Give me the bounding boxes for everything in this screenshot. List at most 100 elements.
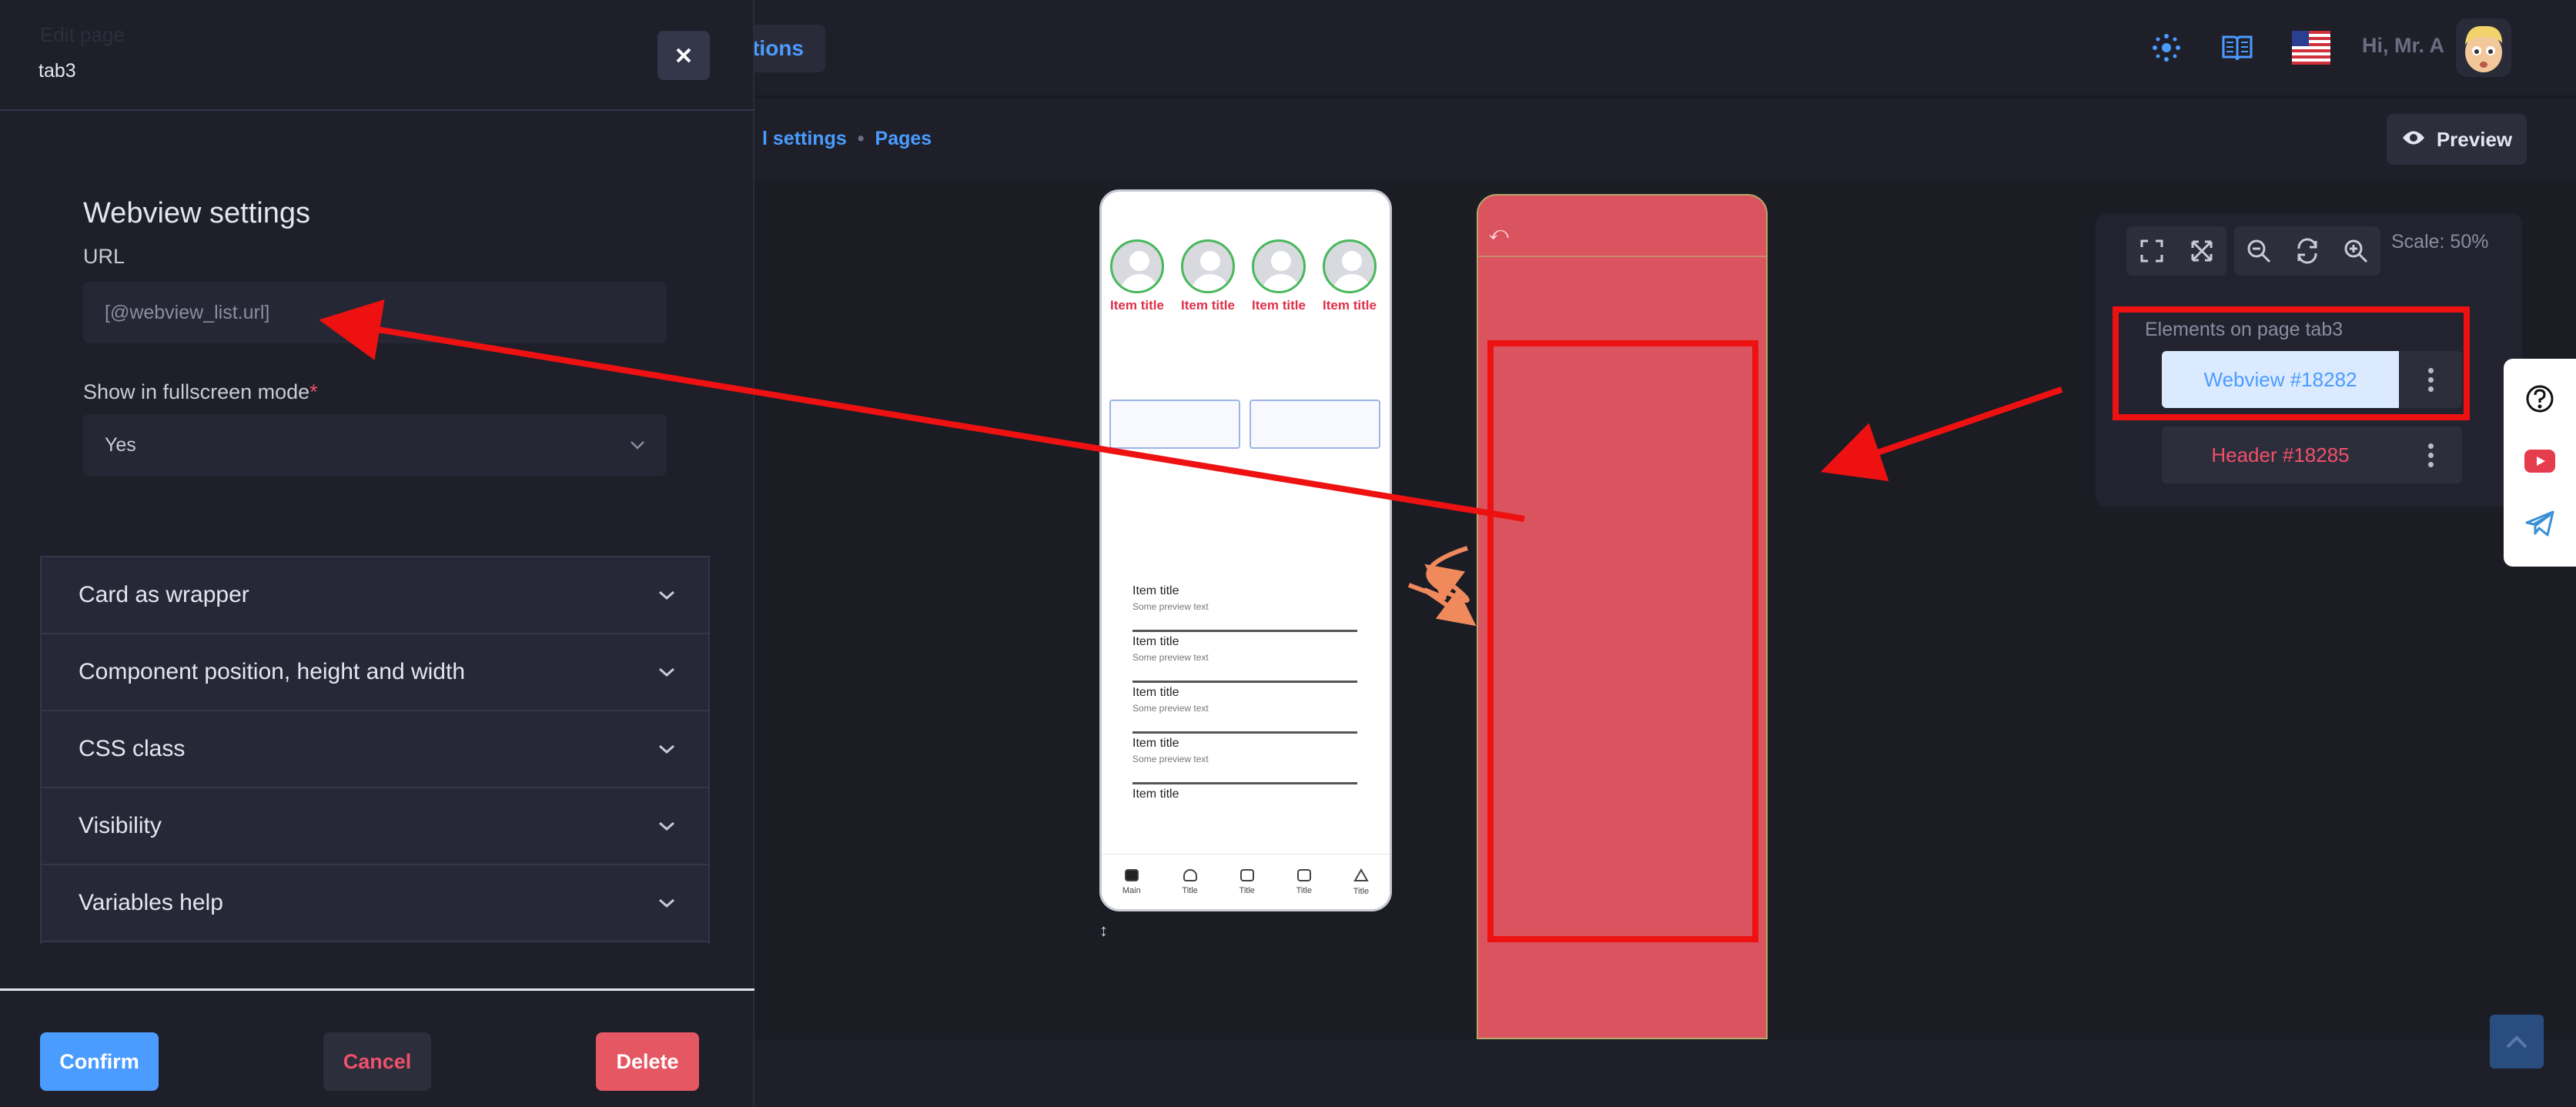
accordion-label: Visibility (79, 813, 162, 838)
calendar-icon (1296, 868, 1311, 881)
tab-label: Title (1182, 885, 1198, 895)
more-vertical-icon[interactable] (2399, 426, 2462, 483)
reset-zoom-icon[interactable] (2292, 236, 2323, 266)
webview-highlight-box (1487, 340, 1758, 942)
tab-title[interactable]: Title (1296, 868, 1312, 895)
drawer-faded-title: Edit page (40, 23, 125, 46)
required-mark: * (309, 380, 318, 403)
settings-accordion: Card as wrapper Component position, heig… (40, 556, 710, 944)
list-item-title: Item title (1132, 686, 1179, 699)
breadcrumb-pages[interactable]: Pages (875, 128, 932, 150)
eye-icon (2401, 128, 2426, 152)
list-item[interactable]: Item title Some preview text (1132, 632, 1357, 683)
zoom-out-icon[interactable] (2243, 236, 2274, 266)
input-placeholder-box[interactable] (1109, 400, 1240, 449)
user-greeting: Hi, Mr. A (2362, 34, 2445, 57)
telegram-icon[interactable] (2524, 510, 2555, 541)
list-item[interactable]: Item title (1132, 784, 1357, 835)
tab-label: Title (1239, 885, 1255, 895)
fullscreen-select[interactable]: Yes (83, 414, 667, 476)
view-tools (2126, 226, 2226, 276)
tab-title[interactable]: Title (1182, 868, 1198, 895)
input-placeholder-box[interactable] (1250, 400, 1380, 449)
chevron-down-icon (659, 821, 674, 831)
help-icon[interactable] (2525, 384, 2554, 417)
accordion-label: Component position, height and width (79, 659, 466, 684)
list-item-subtitle: Some preview text (1132, 652, 1209, 663)
fullscreen-icon[interactable] (2136, 236, 2167, 266)
story-avatar (1110, 239, 1164, 293)
story-avatar (1323, 239, 1377, 293)
drawer-header: Edit page tab3 (0, 0, 754, 111)
accordion-position[interactable]: Component position, height and width (42, 634, 708, 711)
list-item[interactable]: Item title Some preview text (1132, 683, 1357, 734)
scroll-to-top-button[interactable] (2490, 1015, 2544, 1069)
stories-row: Item title Item title Item title Item ti… (1109, 239, 1377, 313)
edit-element-drawer: Edit page tab3 Webview settings URL Show… (0, 0, 754, 1107)
chevron-down-icon (659, 898, 674, 908)
section-title: Webview settings (83, 197, 310, 229)
tab-title[interactable]: Title (1239, 868, 1255, 895)
accordion-css-class[interactable]: CSS class (42, 711, 708, 788)
chevron-up-icon (2506, 1035, 2527, 1048)
preview-label: Preview (2436, 127, 2513, 151)
settings-spinner-icon[interactable] (2145, 26, 2188, 69)
us-flag-icon[interactable] (2290, 26, 2333, 69)
confirm-button[interactable]: Confirm (40, 1032, 159, 1091)
book-icon[interactable] (2216, 26, 2259, 69)
breadcrumb-settings[interactable]: l settings (762, 128, 847, 150)
list-item[interactable]: Item title Some preview text (1132, 581, 1357, 632)
story-avatar (1252, 239, 1306, 293)
scale-readout: Scale: 50% (2391, 231, 2489, 253)
story-item[interactable]: Item title (1180, 239, 1236, 313)
phone-preview[interactable]: Item title Item title Item title Item ti… (1099, 189, 1392, 911)
fullscreen-value: Yes (105, 433, 136, 456)
breadcrumb-separator: • (857, 128, 865, 149)
cancel-button[interactable]: Cancel (323, 1032, 431, 1091)
grid-icon (1124, 868, 1139, 881)
accordion-card-wrapper[interactable]: Card as wrapper (42, 557, 708, 634)
list-item-subtitle: Some preview text (1132, 703, 1209, 714)
url-label: URL (83, 245, 125, 268)
story-label: Item title (1323, 298, 1377, 313)
zoom-in-icon[interactable] (2340, 236, 2371, 266)
element-row-header[interactable]: Header #18285 (2162, 426, 2462, 483)
expand-icon[interactable] (2186, 236, 2217, 266)
help-toolbar (2504, 359, 2576, 567)
story-avatar (1181, 239, 1235, 293)
story-item[interactable]: Item title (1322, 239, 1377, 313)
delete-button[interactable]: Delete (596, 1032, 699, 1091)
close-button[interactable] (657, 31, 710, 80)
header-element-preview[interactable]: ⤺ (1478, 196, 1766, 257)
element-name[interactable]: Header #18285 (2162, 426, 2399, 483)
list-item[interactable]: Item title Some preview text (1132, 734, 1357, 784)
accordion-variables-help[interactable]: Variables help (42, 865, 708, 942)
story-label: Item title (1181, 298, 1235, 313)
avatar[interactable] (2456, 18, 2511, 77)
tab-label: Main (1122, 885, 1141, 895)
accordion-visibility[interactable]: Visibility (42, 788, 708, 865)
drawer-footer: Confirm Cancel Delete (0, 988, 754, 1107)
list-item-title: Item title (1132, 788, 1179, 801)
url-input[interactable] (83, 282, 667, 343)
preview-button[interactable]: Preview (2387, 114, 2527, 165)
triangle-icon (1353, 868, 1369, 881)
selected-element-highlight (2113, 306, 2470, 420)
fullscreen-label: Show in fullscreen mode* (83, 380, 318, 404)
story-item[interactable]: Item title (1109, 239, 1165, 313)
list-item-subtitle: Some preview text (1132, 754, 1209, 764)
wallet-icon (1239, 868, 1254, 881)
story-item[interactable]: Item title (1251, 239, 1306, 313)
story-label: Item title (1252, 298, 1306, 313)
chevron-down-icon (659, 667, 674, 677)
page-preview-tab3[interactable]: ⤺ (1477, 194, 1768, 1039)
tab-title[interactable]: Title (1353, 868, 1369, 896)
list-item-title: Item title (1132, 737, 1179, 750)
youtube-icon[interactable] (2524, 450, 2555, 477)
drawer-subtitle: tab3 (38, 60, 76, 82)
list-item-title: Item title (1132, 635, 1179, 648)
tab-main[interactable]: Main (1122, 868, 1141, 895)
story-label: Item title (1110, 298, 1164, 313)
list-item-subtitle: Some preview text (1132, 601, 1209, 612)
resize-handle-icon[interactable]: ↕ (1099, 921, 1108, 941)
